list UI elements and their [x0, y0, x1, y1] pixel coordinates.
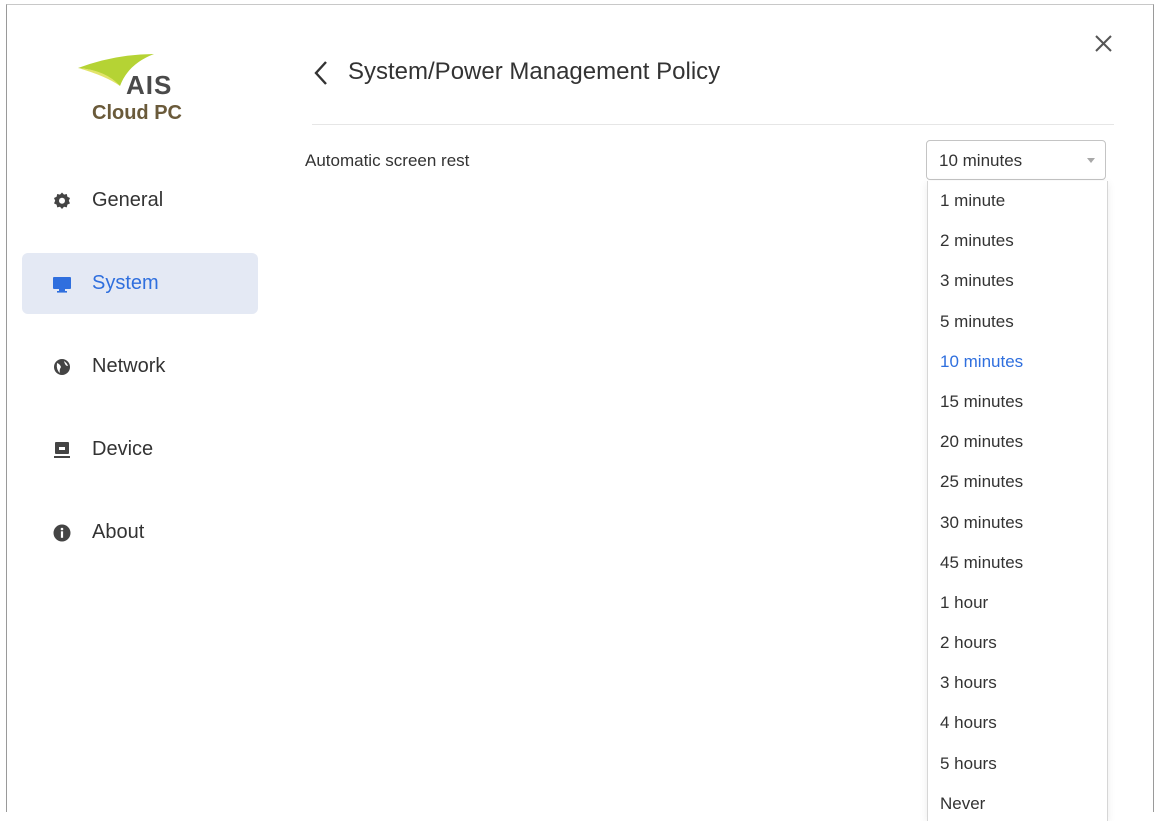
info-icon	[52, 523, 72, 543]
sidebar-item-device[interactable]: Device	[22, 419, 258, 480]
close-icon	[1095, 35, 1112, 52]
logo-product: Cloud PC	[92, 102, 182, 124]
back-button[interactable]	[308, 56, 338, 92]
screen-rest-selected-value: 10 minutes	[939, 151, 1023, 170]
dropdown-option[interactable]: 25 minutes	[928, 462, 1107, 502]
dropdown-option[interactable]: 15 minutes	[928, 382, 1107, 422]
dropdown-option[interactable]: 2 hours	[928, 623, 1107, 663]
caret-down-icon	[1087, 158, 1095, 163]
dropdown-option[interactable]: 30 minutes	[928, 503, 1107, 543]
screen-rest-label: Automatic screen rest	[305, 151, 470, 170]
chevron-left-icon	[314, 61, 327, 85]
device-icon	[52, 440, 72, 460]
dropdown-option[interactable]: 1 hour	[928, 583, 1107, 623]
dropdown-option[interactable]: 5 hours	[928, 744, 1107, 784]
dropdown-option[interactable]: 45 minutes	[928, 543, 1107, 583]
dropdown-option[interactable]: 3 minutes	[928, 261, 1107, 301]
sidebar-item-network[interactable]: Network	[22, 336, 258, 397]
sidebar-item-system[interactable]: System	[22, 253, 258, 314]
header-divider	[312, 124, 1114, 125]
globe-icon	[52, 357, 72, 377]
logo-brand: AIS	[126, 70, 173, 100]
monitor-icon	[52, 274, 72, 294]
dropdown-option[interactable]: 20 minutes	[928, 422, 1107, 462]
sidebar-item-label: About	[92, 521, 145, 543]
close-button[interactable]	[1090, 30, 1118, 58]
screen-rest-select[interactable]: 10 minutes	[926, 140, 1106, 180]
sidebar-item-about[interactable]: About	[22, 502, 258, 563]
sidebar-item-label: General	[92, 189, 164, 211]
sidebar-item-general[interactable]: General	[22, 170, 258, 231]
app-logo: AIS Cloud PC	[76, 52, 186, 132]
page-title: System/Power Management Policy	[348, 58, 721, 85]
sidebar-item-label: Network	[92, 355, 166, 377]
sidebar-item-label: Device	[92, 438, 154, 460]
sidebar-item-label: System	[92, 272, 159, 294]
dropdown-option[interactable]: 4 hours	[928, 703, 1107, 743]
dropdown-option[interactable]: Never	[928, 784, 1107, 821]
dropdown-option-selected[interactable]: 10 minutes	[928, 342, 1107, 382]
dropdown-option[interactable]: 3 hours	[928, 663, 1107, 703]
dropdown-option[interactable]: 1 minute	[928, 181, 1107, 221]
dropdown-option[interactable]: 5 minutes	[928, 302, 1107, 342]
screen-rest-dropdown: 1 minute 2 minutes 3 minutes 5 minutes 1…	[927, 181, 1108, 821]
dropdown-option[interactable]: 2 minutes	[928, 221, 1107, 261]
gear-icon	[52, 191, 72, 211]
